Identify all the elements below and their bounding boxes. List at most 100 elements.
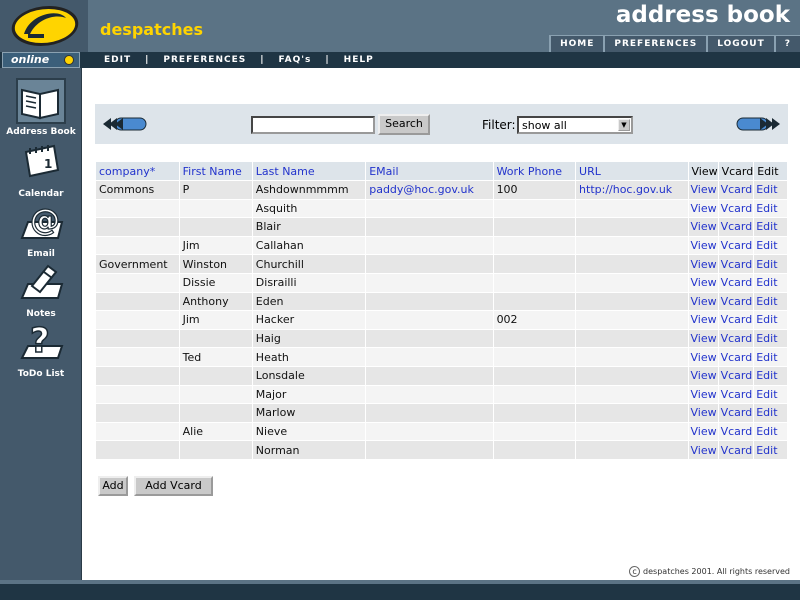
view-link[interactable]: View [687, 365, 719, 386]
sidebar-item-address-book[interactable]: Address Book [0, 78, 82, 137]
view-link[interactable]: View [687, 403, 719, 423]
cell-work-phone [492, 235, 577, 256]
cell-email [365, 217, 494, 237]
sidebar-item-calendar[interactable]: 1 Calendar [0, 140, 82, 199]
cell-url [575, 384, 689, 405]
cell-company [95, 421, 180, 442]
cell-email [365, 403, 494, 423]
view-link[interactable]: View [687, 254, 719, 274]
view-link[interactable]: View [687, 272, 719, 293]
cell-company [95, 328, 180, 349]
column-header-company[interactable]: company* [95, 161, 180, 181]
view-link[interactable]: View [687, 217, 719, 237]
vcard-link[interactable]: Vcard [717, 272, 755, 293]
view-link[interactable]: View [687, 421, 719, 442]
cell-url [575, 421, 689, 442]
nav-logout-button[interactable]: LOGOUT [706, 35, 774, 52]
nav-home-button[interactable]: HOME [549, 35, 604, 52]
view-link[interactable]: View [687, 440, 719, 460]
vcard-link[interactable]: Vcard [717, 440, 755, 460]
last-page-arrow-icon[interactable] [736, 117, 782, 131]
cell-url [575, 310, 689, 330]
cell-url [575, 365, 689, 386]
cell-email [365, 384, 494, 405]
vcard-link[interactable]: Vcard [717, 403, 755, 423]
filter-label: Filter: [482, 118, 516, 132]
nav-help-button[interactable]: ? [773, 35, 800, 52]
sub-nav-faqs[interactable]: FAQ's [279, 55, 312, 65]
nav-preferences-button[interactable]: PREFERENCES [603, 35, 707, 52]
vcard-link[interactable]: Vcard [717, 328, 755, 349]
vcard-link[interactable]: Vcard [717, 421, 755, 442]
table-row: Major View Vcard Edit [95, 384, 788, 405]
cell-work-phone [492, 384, 577, 405]
edit-link[interactable]: Edit [753, 328, 788, 349]
sidebar-item-label: Notes [26, 309, 56, 319]
toolbar: Search Filter: show all ▼ [95, 104, 788, 144]
column-header-first-name[interactable]: First Name [178, 161, 253, 181]
edit-link[interactable]: Edit [753, 403, 788, 423]
view-link[interactable]: View [687, 310, 719, 330]
edit-link[interactable]: Edit [753, 254, 788, 274]
table-row: Haig View Vcard Edit [95, 328, 788, 349]
column-header-url[interactable]: URL [575, 161, 689, 181]
sub-nav-help[interactable]: HELP [344, 55, 374, 65]
column-header-email[interactable]: EMail [365, 161, 494, 181]
cell-company [95, 310, 180, 330]
sidebar-item-todo-list[interactable]: ? ToDo List [0, 320, 82, 379]
cell-company [95, 235, 180, 256]
add-button[interactable]: Add [98, 476, 128, 496]
view-link[interactable]: View [687, 235, 719, 256]
view-link[interactable]: View [687, 291, 719, 312]
edit-link[interactable]: Edit [753, 421, 788, 442]
edit-link[interactable]: Edit [753, 180, 788, 200]
brand-name: despatches [100, 20, 203, 39]
vcard-link[interactable]: Vcard [717, 347, 755, 367]
filter-select[interactable]: show all ▼ [517, 116, 633, 134]
cell-work-phone [492, 198, 577, 219]
edit-link[interactable]: Edit [753, 272, 788, 293]
view-link[interactable]: View [687, 347, 719, 367]
view-link[interactable]: View [687, 328, 719, 349]
vcard-link[interactable]: Vcard [717, 291, 755, 312]
cell-work-phone [492, 328, 577, 349]
sub-nav-preferences[interactable]: PREFERENCES [163, 55, 246, 65]
add-vcard-button[interactable]: Add Vcard [134, 476, 213, 496]
cell-url[interactable]: http://hoc.gov.uk [575, 180, 689, 200]
edit-link[interactable]: Edit [753, 384, 788, 405]
search-button[interactable]: Search [378, 114, 430, 135]
vcard-link[interactable]: Vcard [717, 310, 755, 330]
edit-link[interactable]: Edit [753, 347, 788, 367]
first-page-arrow-icon[interactable] [101, 117, 147, 131]
sidebar: Address Book 1 Calendar @ Email Notes ? … [0, 68, 82, 600]
table-row: Commons P Ashdownmmmm paddy@hoc.gov.uk 100 ht… [95, 180, 788, 200]
vcard-link[interactable]: Vcard [717, 254, 755, 274]
sidebar-item-email[interactable]: @ Email [0, 200, 82, 259]
vcard-link[interactable]: Vcard [717, 217, 755, 237]
view-link[interactable]: View [687, 198, 719, 219]
view-link[interactable]: View [687, 384, 719, 405]
search-input[interactable] [251, 116, 375, 134]
edit-link[interactable]: Edit [753, 217, 788, 237]
table-row: Marlow View Vcard Edit [95, 403, 788, 423]
vcard-link[interactable]: Vcard [717, 180, 755, 200]
column-header-last-name[interactable]: Last Name [251, 161, 367, 181]
column-header-work-phone[interactable]: Work Phone [492, 161, 577, 181]
vcard-link[interactable]: Vcard [717, 365, 755, 386]
edit-link[interactable]: Edit [753, 198, 788, 219]
cell-email[interactable]: paddy@hoc.gov.uk [365, 180, 494, 200]
cell-last-name: Asquith [251, 198, 367, 219]
edit-link[interactable]: Edit [753, 235, 788, 256]
edit-link[interactable]: Edit [753, 365, 788, 386]
view-link[interactable]: View [687, 180, 719, 200]
vcard-link[interactable]: Vcard [717, 384, 755, 405]
edit-link[interactable]: Edit [753, 310, 788, 330]
sidebar-item-notes[interactable]: Notes [0, 260, 82, 319]
footer-bar [0, 584, 800, 600]
sub-nav-edit[interactable]: EDIT [104, 55, 131, 65]
edit-link[interactable]: Edit [753, 440, 788, 460]
vcard-link[interactable]: Vcard [717, 235, 755, 256]
vcard-link[interactable]: Vcard [717, 198, 755, 219]
edit-link[interactable]: Edit [753, 291, 788, 312]
cell-first-name: P [178, 180, 253, 200]
